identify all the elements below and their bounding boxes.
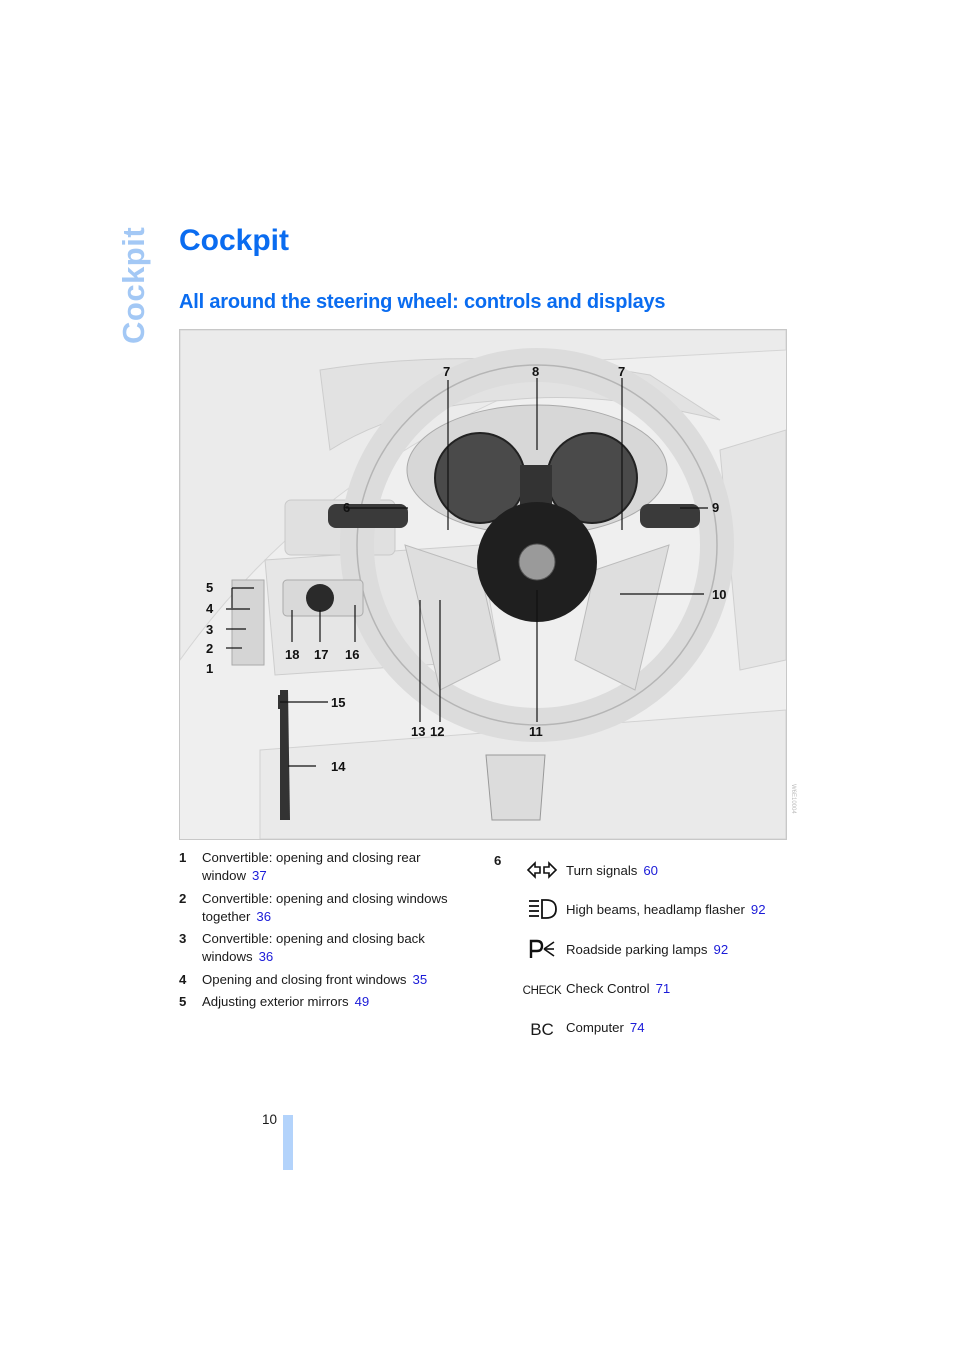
legend-item: 3 Convertible: opening and closing back w… (179, 930, 479, 966)
turn-signals-icon (518, 861, 566, 879)
side-tab: Cockpit (112, 227, 152, 344)
legend-text: Opening and closing front windows (202, 971, 407, 987)
page-link[interactable]: 92 (713, 942, 728, 957)
legend-text: Adjusting exterior mirrors (202, 994, 349, 1009)
high-beams-icon (518, 898, 566, 920)
legend-item: High beams, headlamp flasher 92 (518, 897, 766, 921)
legend-item: 2 Convertible: opening and closing window… (179, 890, 479, 926)
legend-text: Convertible: opening and closing back wi… (202, 931, 425, 964)
section-subtitle: All around the steering wheel: controls … (179, 291, 666, 313)
legend-item: CHECK Check Control 71 (518, 976, 671, 1000)
legend-text: Turn signals (566, 862, 638, 878)
figure-code: W6E10004 (790, 784, 796, 814)
legend-number: 6 (494, 853, 502, 868)
legend-number: 4 (179, 971, 187, 987)
page-link[interactable]: 49 (355, 994, 370, 1009)
cockpit-illustration: 5 4 3 2 1 6 7 8 7 9 10 11 12 13 14 15 16… (179, 329, 787, 840)
callout-2: 2 (206, 641, 213, 656)
check-control-icon: CHECK (522, 984, 562, 997)
callout-15: 15 (331, 695, 345, 710)
legend-text: Computer (566, 1019, 624, 1035)
legend-number: 2 (179, 890, 187, 906)
callout-11: 11 (529, 724, 543, 739)
callout-17: 17 (314, 647, 328, 662)
page-number: 10 (262, 1112, 278, 1127)
legend-item: 1 Convertible: opening and closing rear w… (179, 849, 479, 885)
callout-8: 8 (532, 364, 539, 379)
page-link[interactable]: 74 (630, 1020, 645, 1035)
legend-item: Turn signals 60 (518, 858, 658, 882)
callout-14: 14 (331, 759, 346, 774)
side-tab-label: Cockpit (116, 226, 151, 344)
legend-item: 5 Adjusting exterior mirrors 49 (179, 993, 479, 1011)
callout-7-right: 7 (618, 364, 625, 379)
computer-icon: BC (530, 1020, 554, 1039)
page-marker-bar (283, 1115, 293, 1170)
page-link[interactable]: 36 (259, 949, 274, 964)
callout-13: 13 (411, 724, 425, 739)
callout-16: 16 (345, 647, 359, 662)
callout-4: 4 (206, 601, 214, 616)
legend-text: Convertible: opening and closing windows… (202, 890, 448, 924)
page-link[interactable]: 36 (256, 909, 271, 924)
page-link[interactable]: 71 (656, 981, 671, 996)
legend-text: Roadside parking lamps (566, 941, 708, 957)
callout-7-left: 7 (443, 364, 450, 379)
callout-5: 5 (206, 580, 213, 595)
legend-item: 4 Opening and closing front windows 35 (179, 971, 479, 989)
legend-text: High beams, headlamp flasher (566, 901, 745, 917)
callout-1: 1 (206, 661, 213, 676)
legend-number: 1 (179, 850, 187, 865)
callout-9: 9 (712, 500, 719, 515)
callout-18: 18 (285, 647, 299, 662)
legend-item: Roadside parking lamps 92 (518, 937, 728, 961)
page-title: Cockpit (179, 224, 290, 257)
callout-3: 3 (206, 622, 213, 637)
callout-10: 10 (712, 587, 726, 602)
page-link[interactable]: 60 (643, 863, 658, 878)
page-link[interactable]: 92 (751, 902, 766, 917)
legend-text: Convertible: opening and closing rear wi… (202, 850, 421, 883)
legend-text: Check Control (566, 980, 650, 996)
page-link[interactable]: 37 (252, 868, 267, 883)
legend-number: 3 (179, 931, 187, 946)
parking-lamps-icon (518, 938, 566, 960)
legend-number: 5 (179, 994, 187, 1009)
callout-12: 12 (430, 724, 444, 739)
page-link[interactable]: 35 (413, 972, 428, 987)
legend-left: 1 Convertible: opening and closing rear w… (179, 849, 479, 1016)
callout-6: 6 (343, 500, 350, 515)
legend-item: BC Computer 74 (518, 1015, 645, 1040)
